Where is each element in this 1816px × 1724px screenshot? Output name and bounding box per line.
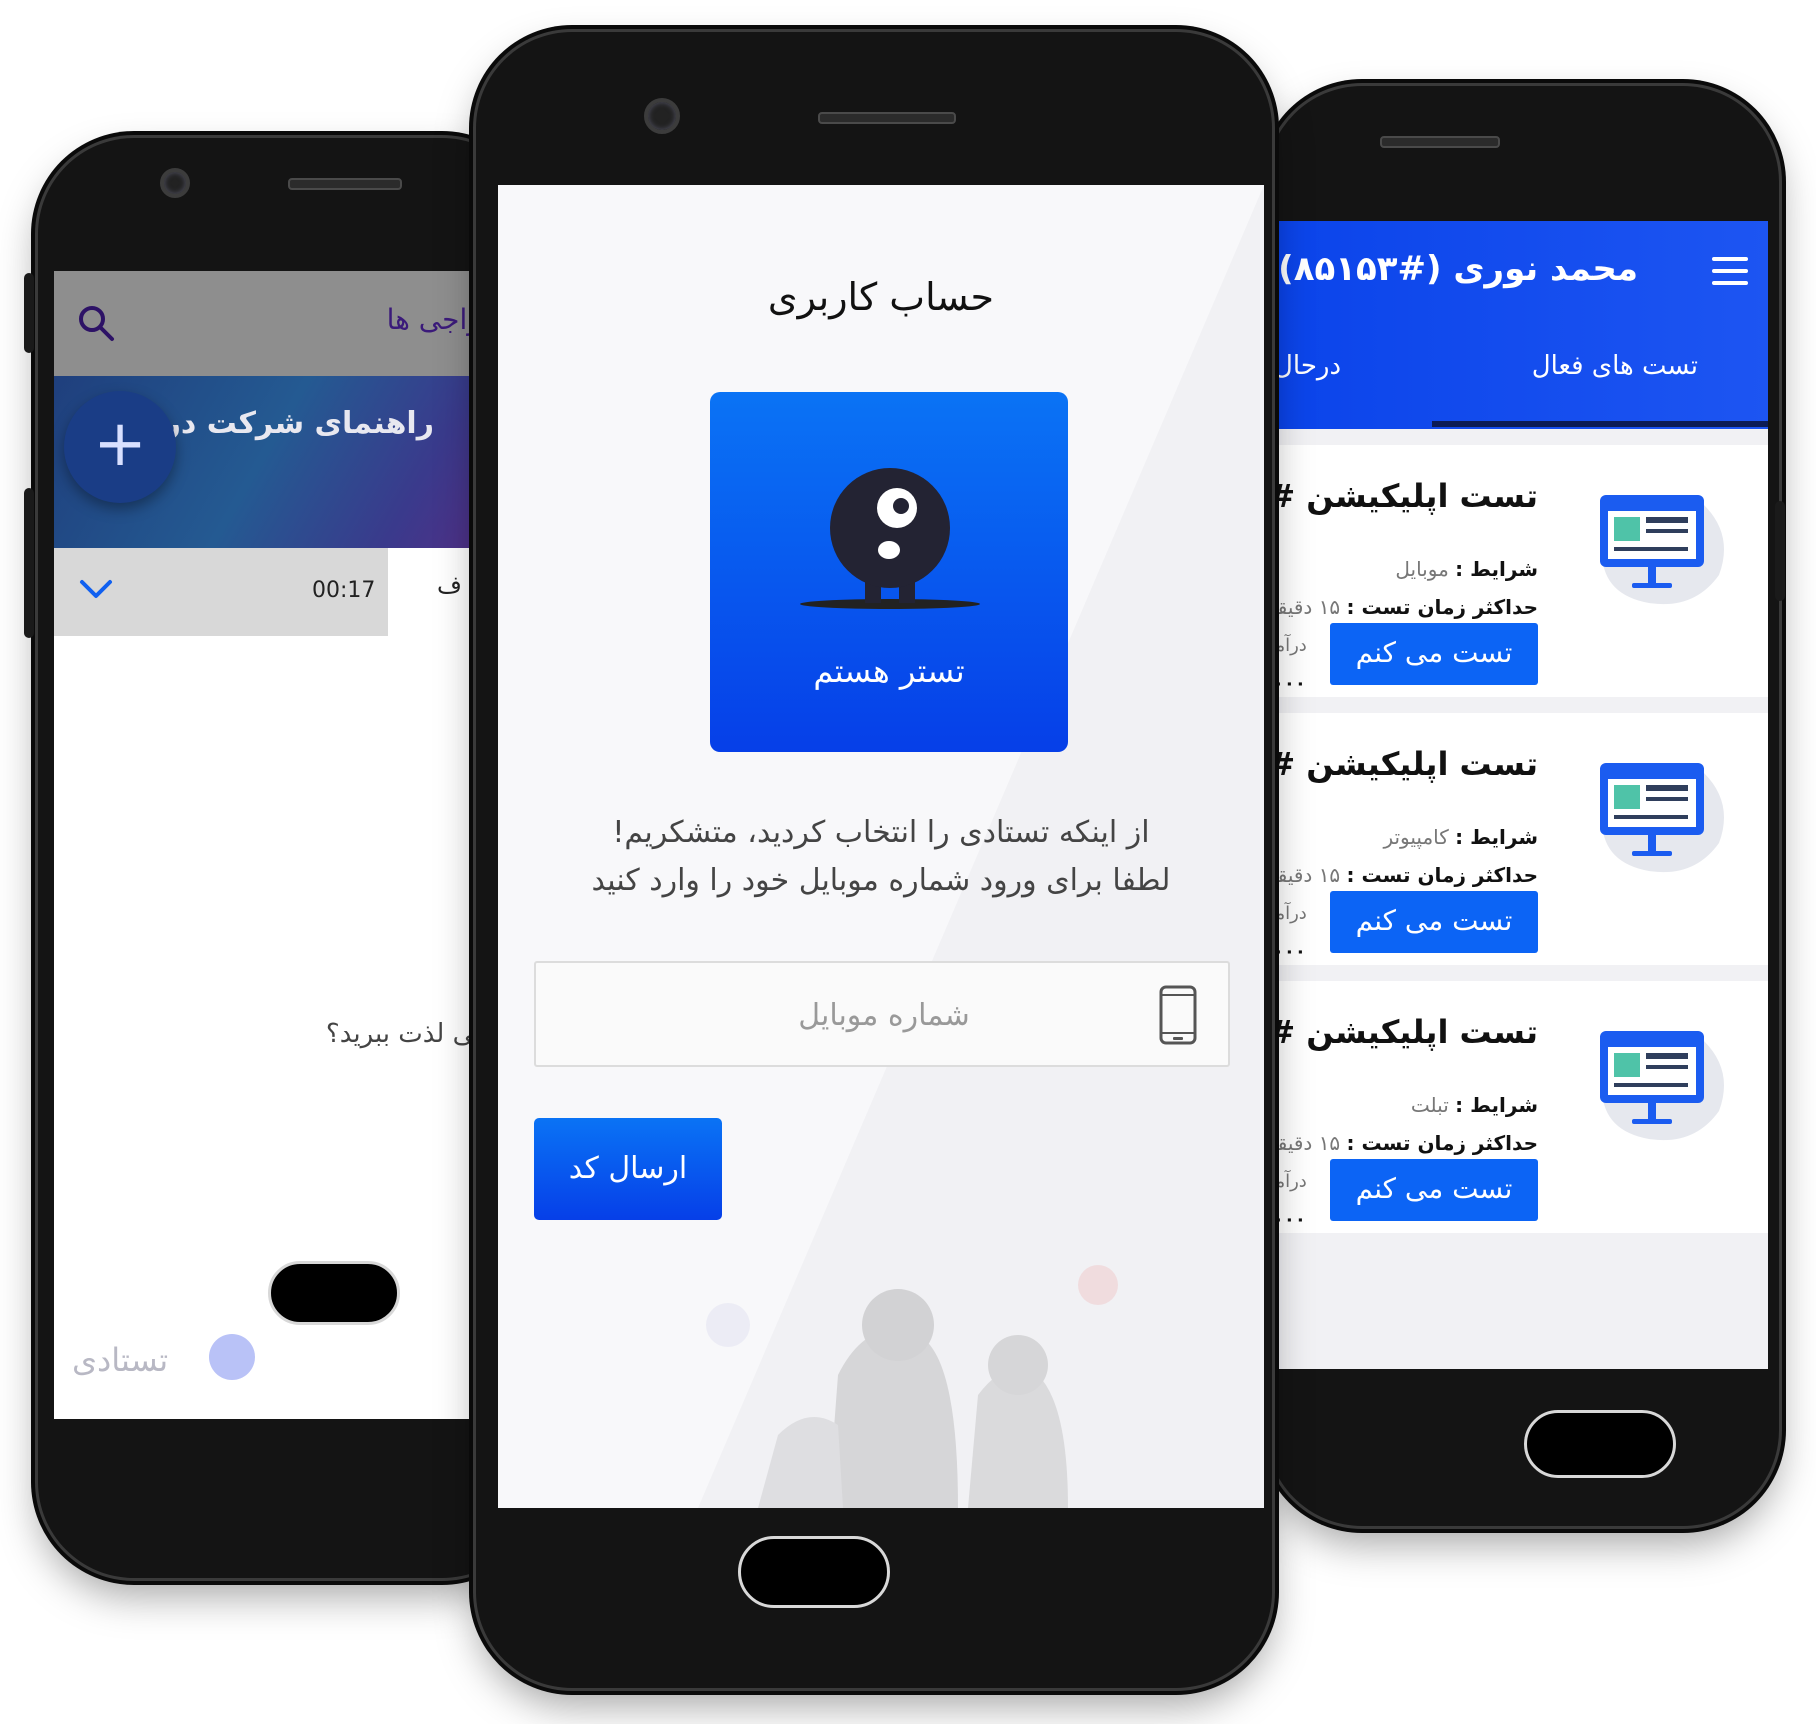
center-screen: حساب کاربری تستر هستم از اینکه تستادی را… [498,185,1264,1508]
side-button [24,488,34,638]
banner-text: راهنمای شرکت در [163,406,434,441]
card-conditions: شرایط : تبلت [1410,1093,1538,1117]
tab-active-tests[interactable]: تست های فعال [1532,351,1698,381]
left-phone: حراجی ها راهنمای شرکت در + 00:17 ف حراجی… [24,138,538,1578]
plus-icon: + [93,407,147,481]
test-card: تست اپلیکیشن #۲۰ شرایط : موبایل حداکثر ز… [1276,445,1768,697]
mobile-number-field[interactable] [534,961,1232,1067]
app-bar: حراجی ها [54,271,524,376]
tester-role-button[interactable]: تستر هستم [710,392,1068,752]
center-phone: حساب کاربری تستر هستم از اینکه تستادی را… [476,32,1272,1688]
earpiece-speaker [1380,136,1500,148]
front-camera [644,98,680,134]
card-max-time: حداکثر زمان تست : ۱۵ دقیقه [1276,595,1538,619]
page-title: حساب کاربری [767,275,995,319]
card-income-value: ۰۰۰, [1276,1209,1306,1230]
menu-icon[interactable] [1712,257,1748,285]
welcome-message: از اینکه تستادی را انتخاب کردید، متشکریم… [612,815,1150,850]
search-icon[interactable] [76,303,116,343]
card-conditions: شرایط : موبایل [1395,557,1538,581]
side-button [24,273,34,353]
test-card: تست اپلیکیشن #۱۸ شرایط : تبلت حداکثر زما… [1276,981,1768,1233]
monitor-icon [1600,1031,1724,1141]
start-test-button[interactable]: تست می کنم [1330,623,1538,685]
people-illustration [706,1265,1118,1508]
app-header: محمد نوری (#۸۵۱۵۳) تست های فعال درحال [1276,221,1768,429]
left-screen: حراجی ها راهنمای شرکت در + 00:17 ف حراجی… [54,271,524,1419]
right-phone: محمد نوری (#۸۵۱۵۳) تست های فعال درحال تس… [1266,86,1785,1526]
card-title: تست اپلیکیشن #۲۰ [1276,477,1538,515]
row-label: ف [437,571,462,599]
chevron-down-icon[interactable] [76,574,116,604]
send-code-button[interactable]: ارسال کد [534,1118,722,1220]
card-title: تست اپلیکیشن #۱۹ [1276,745,1538,783]
home-button [1524,1410,1676,1478]
side-button [1775,501,1785,601]
mobile-number-input[interactable] [536,963,1232,1067]
monitor-icon [1600,495,1724,605]
tester-role-label: تستر هستم [813,652,965,690]
start-test-button[interactable]: تست می کنم [1330,1159,1538,1221]
card-income-label: درآمد [1276,1171,1307,1192]
instruction-message: لطفا برای ورود شماره موبایل خود را وارد … [591,863,1171,898]
tab-indicator [1432,421,1768,427]
add-button[interactable]: + [64,391,176,503]
home-button [738,1536,890,1608]
list-item[interactable]: 00:17 [54,548,388,636]
countdown-time: 00:17 [312,578,376,603]
card-max-time: حداکثر زمان تست : ۱۵ دقیقه [1276,863,1538,887]
logo-text: تستادی [72,1341,169,1379]
right-screen: محمد نوری (#۸۵۱۵۳) تست های فعال درحال تس… [1276,221,1768,1369]
card-income-label: درآمد [1276,635,1307,656]
user-name-title: محمد نوری (#۸۵۱۵۳) [1278,249,1638,289]
card-conditions: شرایط : کامپیوتر [1383,825,1538,849]
card-title: تست اپلیکیشن #۱۸ [1276,1013,1538,1051]
tab-in-progress[interactable]: درحال [1276,351,1341,381]
card-max-time: حداکثر زمان تست : ۱۵ دقیقه [1276,1131,1538,1155]
earpiece-speaker [288,178,402,190]
test-card: تست اپلیکیشن #۱۹ شرایط : کامپیوتر حداکثر… [1276,713,1768,965]
front-camera [160,168,190,198]
monster-icon [800,468,980,609]
home-button [268,1261,400,1325]
mobile-phone-icon [1159,985,1197,1045]
card-income-value: ۰۰۰, [1276,673,1306,694]
monitor-icon [1600,763,1724,873]
earpiece-speaker [818,112,956,124]
card-income-value: ۰۰۰, [1276,941,1306,962]
start-test-button[interactable]: تست می کنم [1330,891,1538,953]
logo-mark [209,1334,255,1380]
card-income-label: درآمد [1276,903,1307,924]
